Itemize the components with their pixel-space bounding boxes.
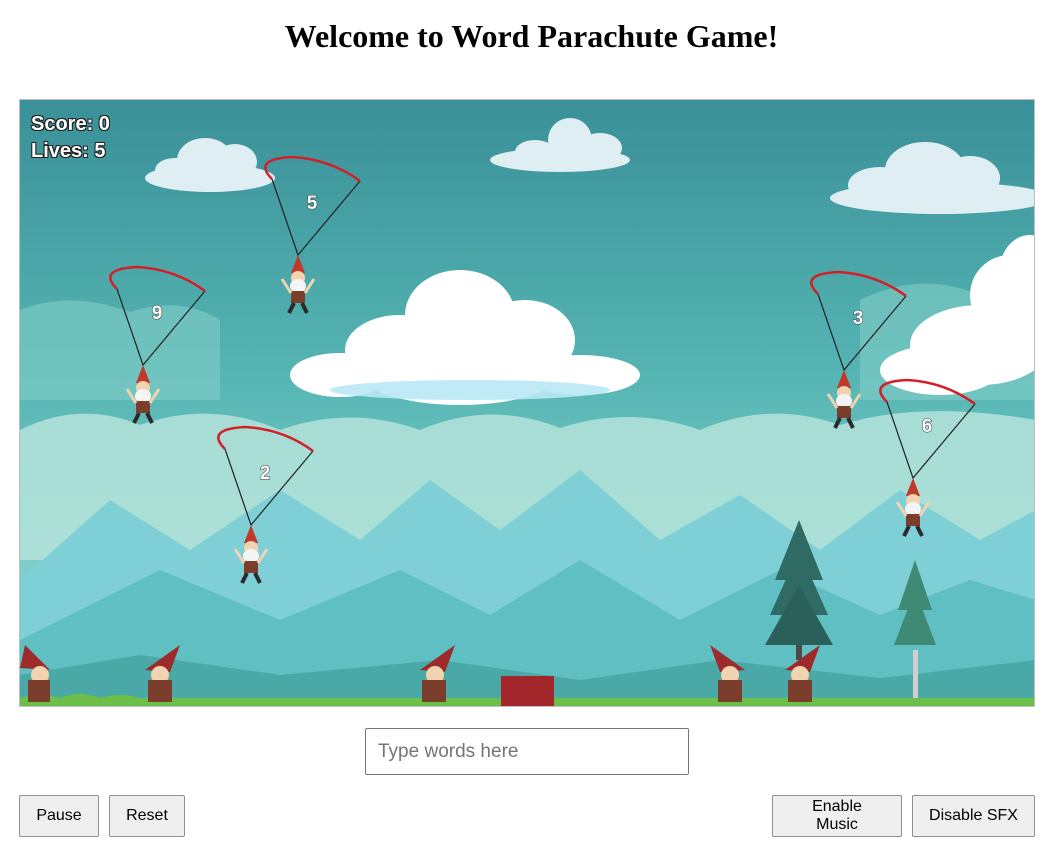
- score-display: Score: 0: [31, 113, 110, 135]
- ground-block: [501, 676, 554, 706]
- page-title: Welcome to Word Parachute Game!: [284, 18, 779, 54]
- parachute-word: 5: [307, 193, 318, 214]
- pause-button[interactable]: Pause: [19, 795, 99, 837]
- lives-display: Lives: 5: [31, 140, 106, 162]
- game-canvas[interactable]: 5 9 2 3 6 Score: 0 Lives: 5: [19, 99, 1035, 707]
- reset-button[interactable]: Reset: [109, 795, 185, 837]
- word-input[interactable]: [365, 728, 689, 775]
- disable-sfx-button[interactable]: Disable SFX: [912, 795, 1035, 837]
- parachute-word: 3: [853, 308, 864, 329]
- enable-music-button[interactable]: Enable Music: [772, 795, 902, 837]
- parachute-word: 6: [922, 416, 933, 437]
- game-scene: 5 9 2 3 6: [20, 100, 1034, 706]
- parachute-word: 2: [260, 463, 271, 484]
- parachute-word: 9: [152, 303, 163, 324]
